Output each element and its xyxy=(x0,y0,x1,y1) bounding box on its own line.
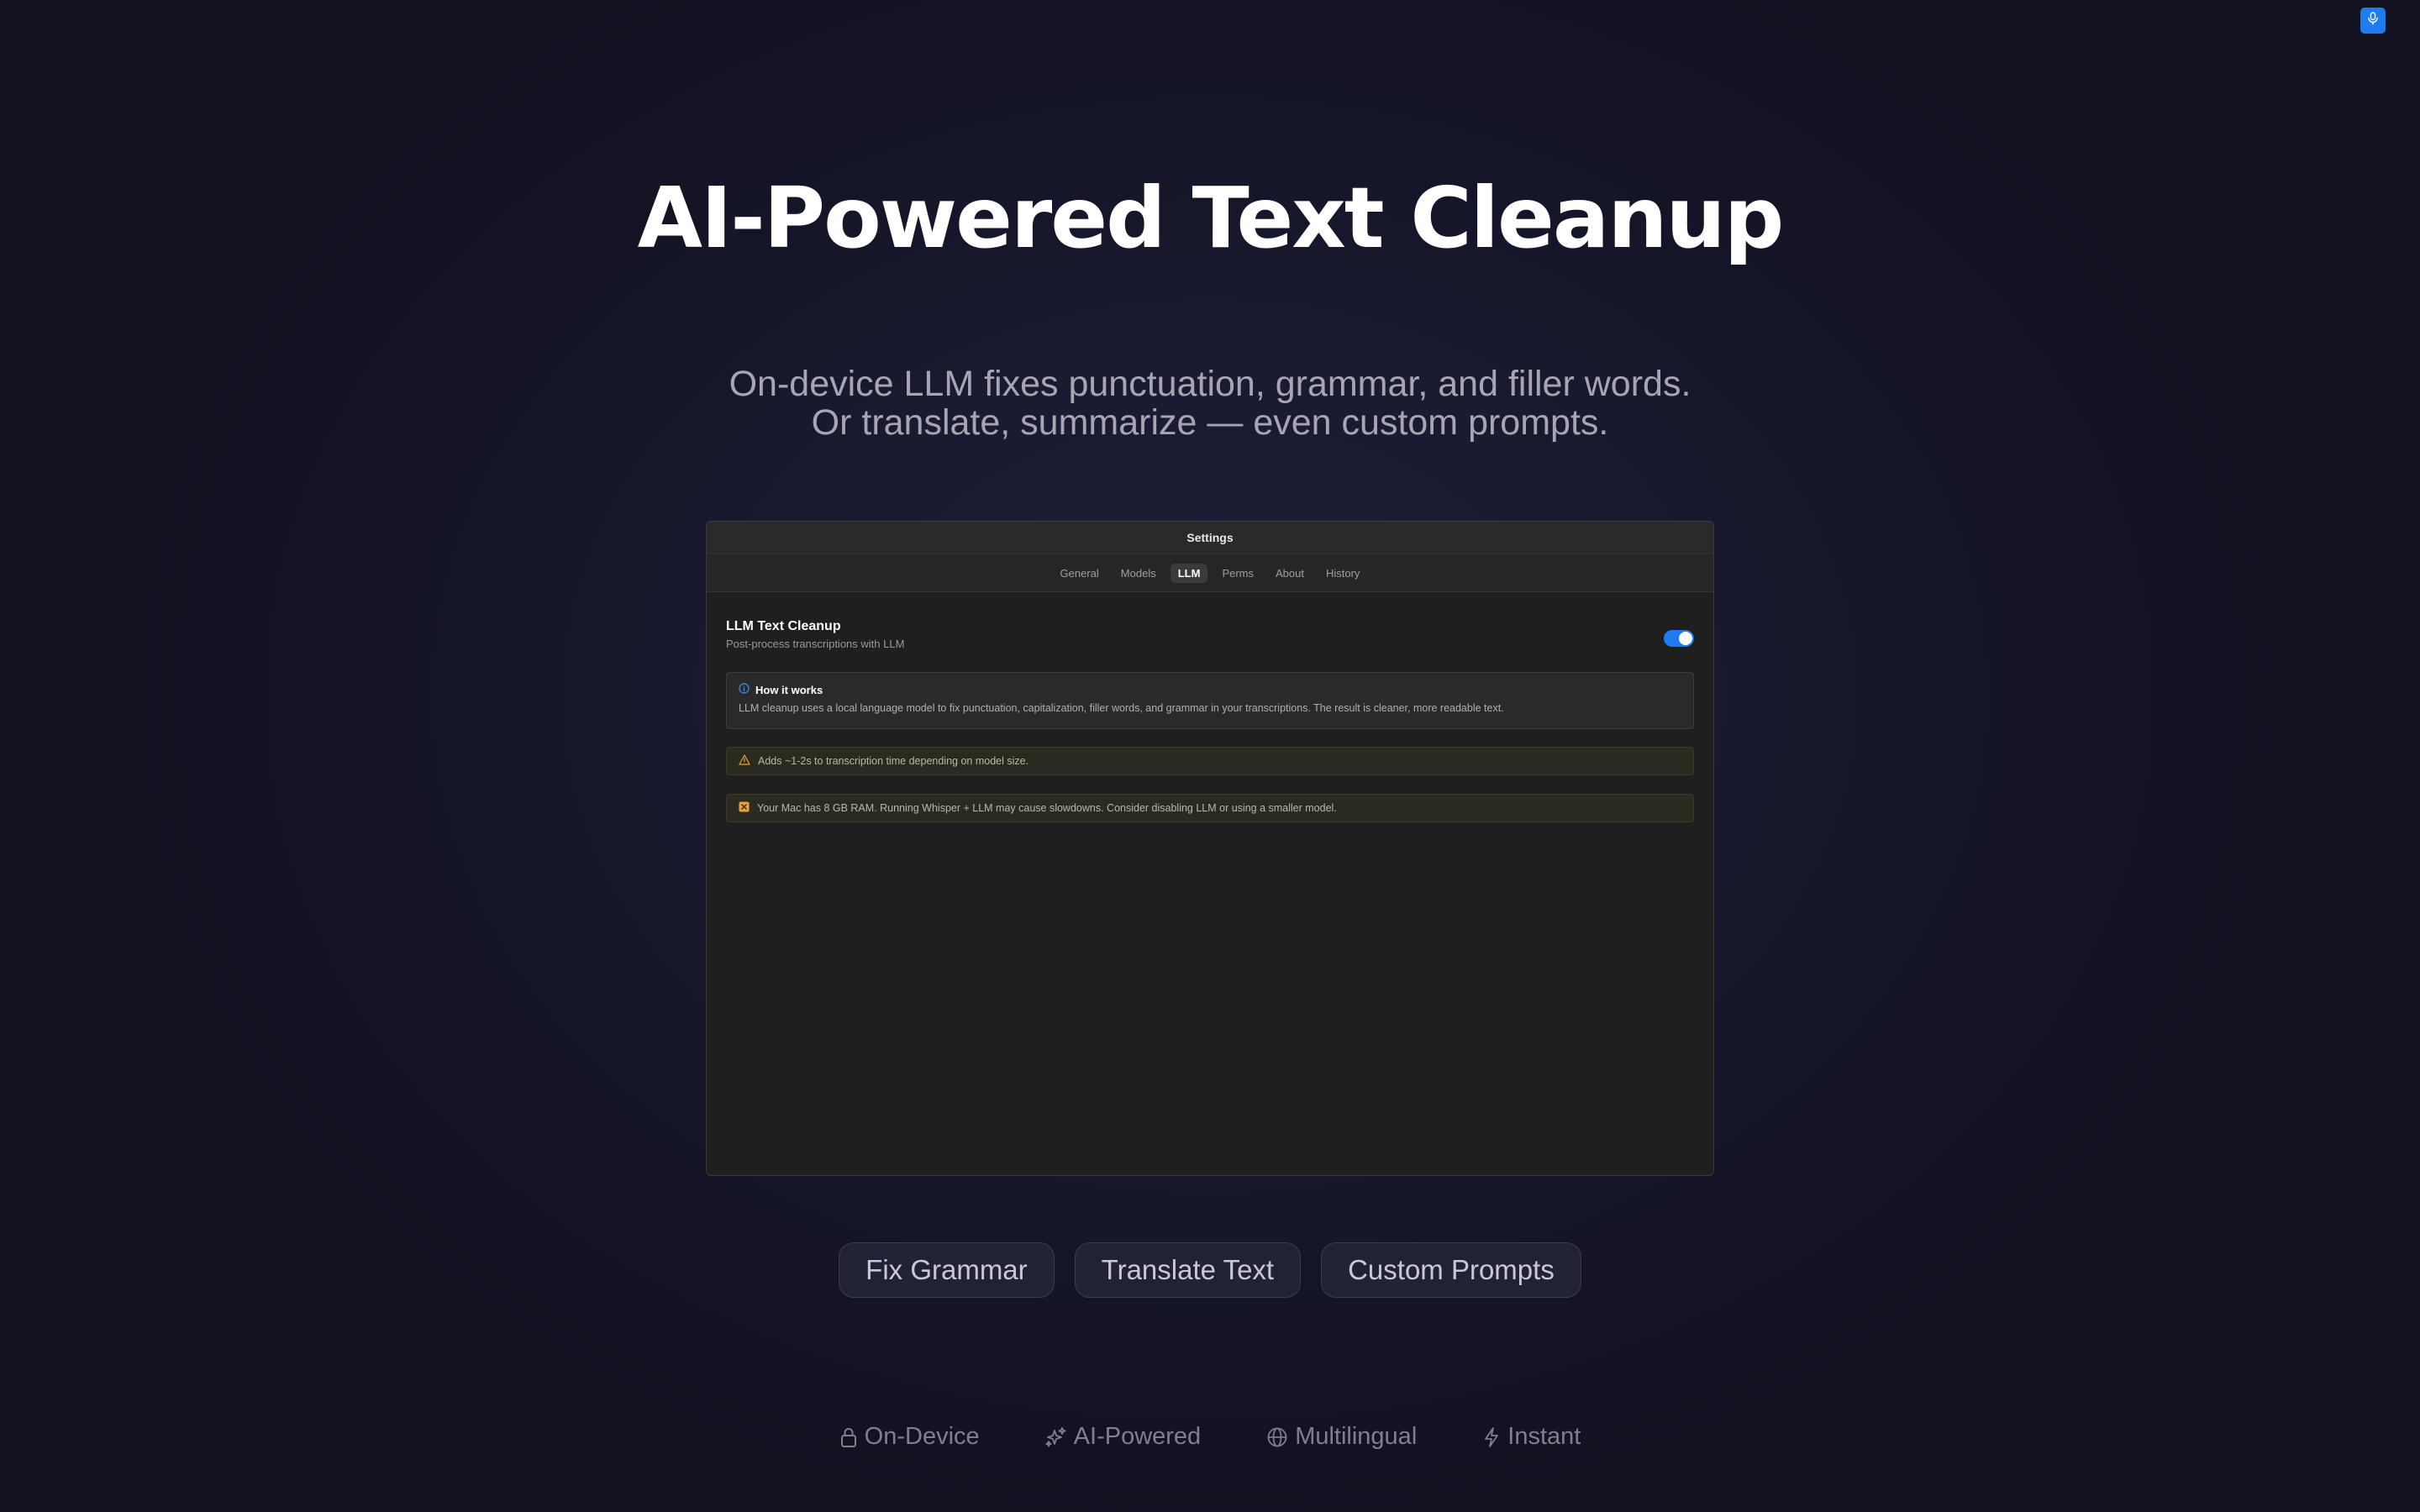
tab-history[interactable]: History xyxy=(1318,564,1367,583)
tab-llm[interactable]: LLM xyxy=(1170,563,1208,583)
warning-triangle-icon xyxy=(739,754,750,768)
capability-chips: Fix Grammar Translate Text Custom Prompt… xyxy=(0,1242,2420,1298)
info-icon xyxy=(739,683,750,696)
globe-icon xyxy=(1266,1426,1288,1448)
feature-instant-label: Instant xyxy=(1507,1423,1581,1450)
ram-notice-text: Your Mac has 8 GB RAM. Running Whisper +… xyxy=(757,802,1337,814)
how-it-works-text: LLM cleanup uses a local language model … xyxy=(739,702,1504,714)
settings-window: Settings General Models LLM Perms About … xyxy=(706,521,1714,1176)
feature-on-device-label: On-Device xyxy=(864,1423,980,1450)
how-it-works-heading: How it works xyxy=(755,683,823,696)
chip-custom-prompts[interactable]: Custom Prompts xyxy=(1321,1242,1581,1298)
llm-cleanup-toggle[interactable] xyxy=(1664,630,1694,647)
hero-title: AI-Powered Text Cleanup xyxy=(637,169,1785,267)
hero-subtitle: On-device LLM fixes punctuation, grammar… xyxy=(729,364,1691,443)
lightning-icon xyxy=(1482,1426,1501,1448)
how-it-works-box: How it works LLM cleanup uses a local la… xyxy=(726,672,1694,729)
sparkles-icon xyxy=(1044,1426,1067,1448)
settings-titlebar: Settings xyxy=(707,522,1713,554)
llm-cleanup-subtitle: Post-process transcriptions with LLM xyxy=(726,638,905,650)
llm-cleanup-title: LLM Text Cleanup xyxy=(726,619,841,633)
settings-body: LLM Text Cleanup Post-process transcript… xyxy=(707,592,1713,822)
chip-fix-grammar[interactable]: Fix Grammar xyxy=(839,1242,1055,1298)
feature-list: On-Device AI-Powered Multilingual Instan… xyxy=(0,1423,2420,1451)
tab-about[interactable]: About xyxy=(1268,564,1312,583)
microphone-button[interactable] xyxy=(2360,8,2386,34)
tab-models[interactable]: Models xyxy=(1113,564,1164,583)
tab-perms[interactable]: Perms xyxy=(1214,564,1261,583)
ram-notice: Your Mac has 8 GB RAM. Running Whisper +… xyxy=(726,794,1694,822)
settings-tabbar: General Models LLM Perms About History xyxy=(707,554,1713,592)
feature-ai-powered-label: AI-Powered xyxy=(1073,1423,1202,1450)
lock-icon xyxy=(839,1426,858,1448)
tab-general[interactable]: General xyxy=(1053,564,1107,583)
latency-notice: Adds ~1-2s to transcription time dependi… xyxy=(726,747,1694,775)
feature-multilingual-label: Multilingual xyxy=(1295,1423,1418,1450)
feature-instant: Instant xyxy=(1482,1423,1581,1451)
latency-notice-text: Adds ~1-2s to transcription time dependi… xyxy=(758,755,1029,767)
llm-cleanup-row: LLM Text Cleanup Post-process transcript… xyxy=(726,592,1694,672)
chip-translate-text[interactable]: Translate Text xyxy=(1074,1242,1302,1298)
feature-multilingual: Multilingual xyxy=(1266,1423,1417,1451)
feature-on-device: On-Device xyxy=(839,1423,980,1451)
feature-ai-powered: AI-Powered xyxy=(1044,1423,1202,1451)
memory-chip-icon xyxy=(739,801,750,815)
settings-title: Settings xyxy=(1186,531,1234,544)
microphone-icon xyxy=(2367,12,2379,29)
